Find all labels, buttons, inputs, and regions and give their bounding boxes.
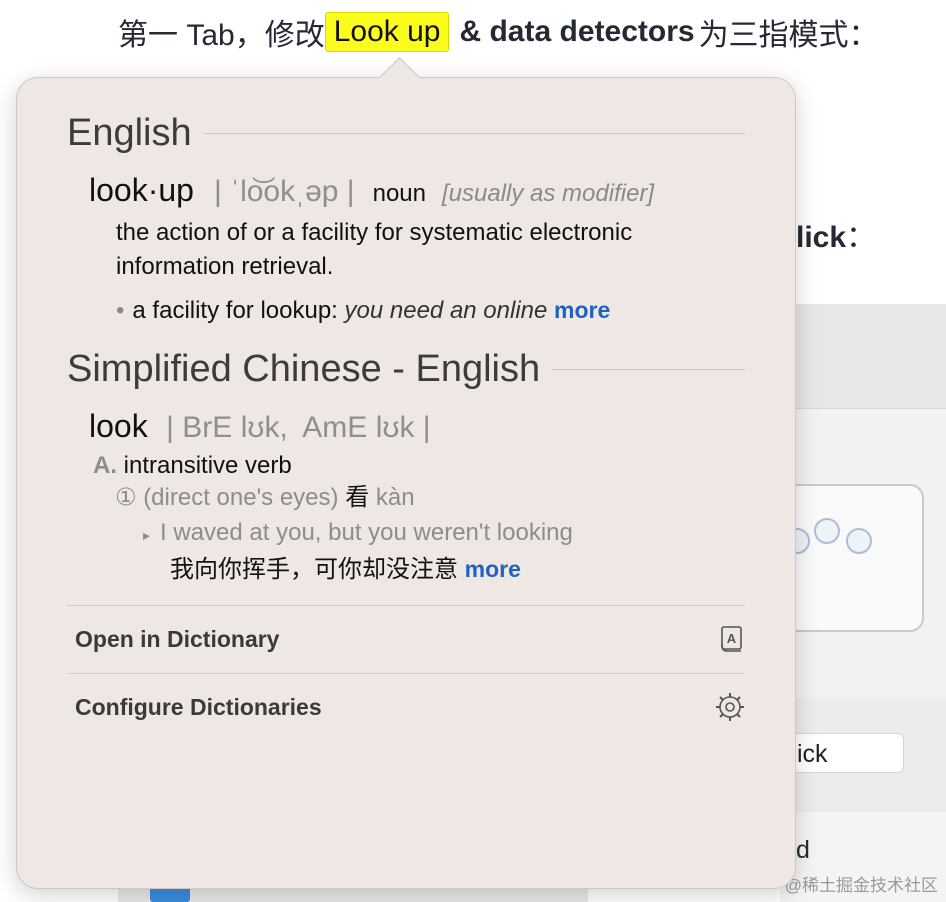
gear-icon xyxy=(715,692,745,722)
headword: look xyxy=(89,408,148,444)
watermark: @稀土掘金技术社区 xyxy=(784,876,938,895)
article-bold-text: & data detectors xyxy=(459,15,695,48)
highlighted-lookup-text[interactable]: Look up xyxy=(324,12,450,52)
article-heading-fragment: lick： xyxy=(796,212,876,256)
definition: the action of or a facility for systemat… xyxy=(116,219,633,280)
open-in-dictionary-button[interactable]: Open in Dictionary A xyxy=(75,606,745,672)
example-lead: a facility for lookup: xyxy=(132,297,338,324)
section-header-chinese-english: Simplified Chinese - English xyxy=(67,348,745,391)
lookup-popover: English look·up | ˈlo͝okˌəp | noun [usually… xyxy=(16,77,796,889)
example-line: • a facility for lookup: you need an onli… xyxy=(116,293,610,328)
more-link[interactable]: more xyxy=(554,297,610,323)
example-english: I waved at you, but you weren't looking xyxy=(160,519,573,546)
fragment-colon: ： xyxy=(846,221,877,254)
headword: look·up xyxy=(89,172,194,208)
example-chinese-line: 我向你挥手，可你却没注意 more xyxy=(170,552,521,587)
embedded-screenshot-header xyxy=(780,304,946,409)
article-prefix: 第一 Tab，修改 xyxy=(118,19,325,52)
sense-line: A. intransitive verb xyxy=(93,449,292,483)
fragment-click: lick xyxy=(796,221,847,254)
example-english-line: ▸ I waved at you, but you weren't looking xyxy=(143,516,573,552)
article-suffix: 为三指模式： xyxy=(698,19,879,52)
subsense-line: ① (direct one's eyes) 看 kàn xyxy=(115,481,415,515)
subsense-number: ① xyxy=(115,484,137,511)
dictionary-book-icon: A xyxy=(719,625,745,653)
pronunciation: | ˈlo͝okˌəp | xyxy=(213,175,355,208)
finger-dot xyxy=(814,518,840,544)
section-rule xyxy=(552,369,745,370)
subsense-chinese: 看 xyxy=(345,484,370,511)
bullet: • xyxy=(116,297,125,324)
example-chinese: 我向你挥手，可你却没注意 xyxy=(170,556,458,583)
subsense-gloss: (direct one's eyes) xyxy=(143,484,339,511)
article-line: 第一 Tab，修改 Look up & data detectors 为三指模式… xyxy=(118,10,879,54)
pronunciation-ame: lʊk | xyxy=(375,411,431,444)
action-label: Open in Dictionary xyxy=(75,625,280,652)
pronunciation-bre-label: | BrE xyxy=(166,411,233,444)
sense-pos: intransitive verb xyxy=(123,452,292,479)
embedded-text-fragment: d xyxy=(796,836,810,864)
triangle-bullet-icon: ▸ xyxy=(143,527,151,543)
action-label: Configure Dictionaries xyxy=(75,693,322,720)
entry-headline: look | BrE lʊk, AmE lʊk | xyxy=(89,408,431,445)
example-text: you need an online xyxy=(344,297,548,324)
pronunciation-ame-label: AmE xyxy=(302,411,368,444)
pronunciation-bre: lʊk, xyxy=(240,411,288,444)
configure-dictionaries-button[interactable]: Configure Dictionaries xyxy=(75,674,745,740)
section-rule xyxy=(203,133,745,134)
section-title: Simplified Chinese - English xyxy=(67,348,541,390)
finger-dot xyxy=(846,528,872,554)
part-of-speech: noun xyxy=(372,180,426,207)
subsense-pinyin: kàn xyxy=(375,484,415,511)
entry-headline: look·up | ˈlo͝okˌəp | noun [usually as modi… xyxy=(89,172,654,209)
sense-letter: A. xyxy=(93,452,117,479)
svg-text:A: A xyxy=(727,631,737,646)
more-link[interactable]: more xyxy=(465,556,521,582)
usage-note: [usually as modifier] xyxy=(441,180,655,207)
section-header-english: English xyxy=(67,112,745,155)
section-title: English xyxy=(67,112,192,154)
